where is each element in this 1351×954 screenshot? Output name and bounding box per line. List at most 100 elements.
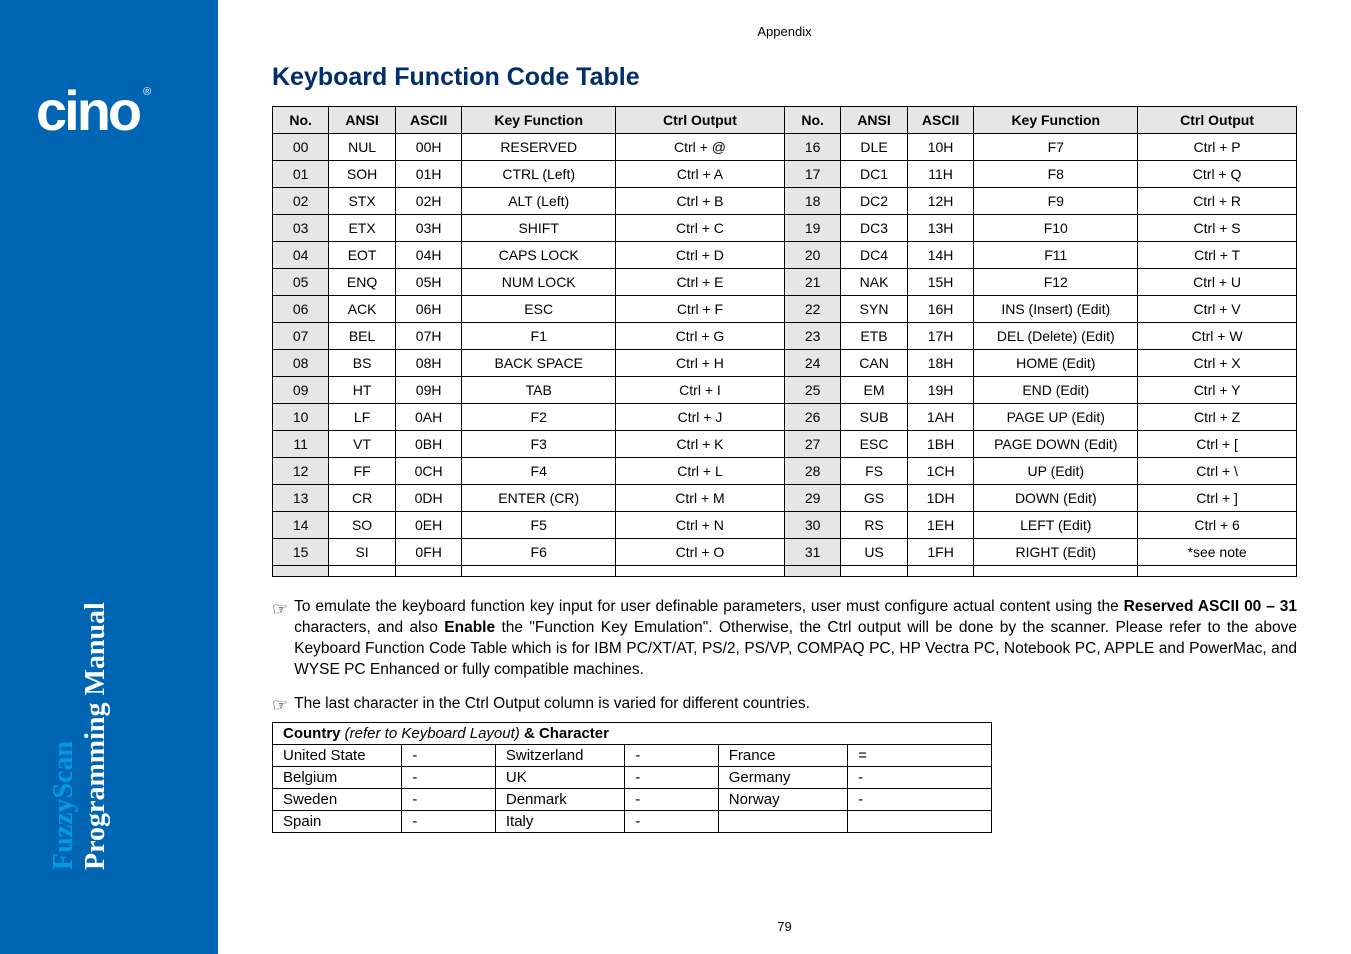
country-header: Country (refer to Keyboard Layout) & Cha… bbox=[273, 722, 992, 744]
table-cell: 08H bbox=[395, 350, 462, 377]
table-cell: Ctrl + Y bbox=[1138, 377, 1297, 404]
table-cell: Ctrl + T bbox=[1138, 242, 1297, 269]
table-row: 15SI0FHF6Ctrl + O31US1FHRIGHT (Edit)*see… bbox=[273, 539, 1297, 566]
table-cell: Ctrl + S bbox=[1138, 215, 1297, 242]
table-cell: Ctrl + Z bbox=[1138, 404, 1297, 431]
table-cell: 0AH bbox=[395, 404, 462, 431]
table-row: 10LF0AHF2Ctrl + J26SUB1AHPAGE UP (Edit)C… bbox=[273, 404, 1297, 431]
note-1: ☞ To emulate the keyboard function key i… bbox=[272, 597, 1297, 681]
table-cell: Spain bbox=[273, 810, 402, 832]
table-cell: DC1 bbox=[841, 161, 908, 188]
table-cell: 13 bbox=[273, 485, 329, 512]
table-cell: 01 bbox=[273, 161, 329, 188]
table-cell bbox=[848, 810, 992, 832]
table-cell: 00H bbox=[395, 134, 462, 161]
note1-bold-b: Enable bbox=[444, 619, 495, 636]
table-cell: FF bbox=[329, 458, 396, 485]
table-cell bbox=[273, 566, 329, 577]
table-cell: 1FH bbox=[907, 539, 974, 566]
table-cell: F10 bbox=[974, 215, 1138, 242]
section-label: Appendix bbox=[272, 24, 1297, 39]
table-cell: Norway bbox=[718, 788, 847, 810]
table-cell: 12 bbox=[273, 458, 329, 485]
table-cell: 03H bbox=[395, 215, 462, 242]
table-cell: UK bbox=[495, 766, 624, 788]
table-cell: - bbox=[402, 810, 495, 832]
table-cell: F11 bbox=[974, 242, 1138, 269]
table-cell: Ctrl + M bbox=[616, 485, 785, 512]
table-cell: 21 bbox=[784, 269, 840, 296]
table-cell: SOH bbox=[329, 161, 396, 188]
page-number: 79 bbox=[777, 919, 791, 934]
table-cell: 0DH bbox=[395, 485, 462, 512]
table-cell: 18 bbox=[784, 188, 840, 215]
table-cell: 02 bbox=[273, 188, 329, 215]
table-cell: 0EH bbox=[395, 512, 462, 539]
table-cell: ENQ bbox=[329, 269, 396, 296]
table-cell: 17H bbox=[907, 323, 974, 350]
table-cell: BS bbox=[329, 350, 396, 377]
table-cell: 23 bbox=[784, 323, 840, 350]
table-cell: SO bbox=[329, 512, 396, 539]
table-cell: 02H bbox=[395, 188, 462, 215]
table-cell: 07 bbox=[273, 323, 329, 350]
table-cell bbox=[784, 566, 840, 577]
table-cell: Ctrl + U bbox=[1138, 269, 1297, 296]
table-cell bbox=[1138, 566, 1297, 577]
table-cell: 15 bbox=[273, 539, 329, 566]
country-header-b2: & Character bbox=[524, 725, 609, 742]
table-cell: EM bbox=[841, 377, 908, 404]
table-cell: - bbox=[625, 766, 718, 788]
table-cell: 17 bbox=[784, 161, 840, 188]
table-cell: 10H bbox=[907, 134, 974, 161]
table-row: 09HT09HTABCtrl + I25EM19HEND (Edit)Ctrl … bbox=[273, 377, 1297, 404]
table-row: 02STX02HALT (Left)Ctrl + B18DC212HF9Ctrl… bbox=[273, 188, 1297, 215]
table-cell: ETB bbox=[841, 323, 908, 350]
table-cell: Ctrl + N bbox=[616, 512, 785, 539]
table-cell: 08 bbox=[273, 350, 329, 377]
table-cell: SHIFT bbox=[462, 215, 616, 242]
table-cell: NUL bbox=[329, 134, 396, 161]
table-cell: EOT bbox=[329, 242, 396, 269]
table-cell: US bbox=[841, 539, 908, 566]
table-cell: RESERVED bbox=[462, 134, 616, 161]
table-cell: CAN bbox=[841, 350, 908, 377]
table-cell: Italy bbox=[495, 810, 624, 832]
table-cell: - bbox=[625, 788, 718, 810]
table-cell: 11H bbox=[907, 161, 974, 188]
table-header: ANSI bbox=[329, 107, 396, 134]
table-row: 04EOT04HCAPS LOCKCtrl + D20DC414HF11Ctrl… bbox=[273, 242, 1297, 269]
table-cell: Ctrl + Q bbox=[1138, 161, 1297, 188]
table-cell: 00 bbox=[273, 134, 329, 161]
table-cell: RS bbox=[841, 512, 908, 539]
table-cell: 19H bbox=[907, 377, 974, 404]
table-row: 12FF0CHF4Ctrl + L28FS1CHUP (Edit)Ctrl + … bbox=[273, 458, 1297, 485]
table-row: 08BS08HBACK SPACECtrl + H24CAN18HHOME (E… bbox=[273, 350, 1297, 377]
table-cell: 14H bbox=[907, 242, 974, 269]
table-cell: - bbox=[402, 744, 495, 766]
table-cell: 1CH bbox=[907, 458, 974, 485]
table-cell: Ctrl + \ bbox=[1138, 458, 1297, 485]
table-cell: INS (Insert) (Edit) bbox=[974, 296, 1138, 323]
table-cell: CAPS LOCK bbox=[462, 242, 616, 269]
table-cell bbox=[329, 566, 396, 577]
table-cell: PAGE UP (Edit) bbox=[974, 404, 1138, 431]
registered-mark: ® bbox=[143, 86, 151, 98]
table-cell: 09H bbox=[395, 377, 462, 404]
note1-text-a: To emulate the keyboard function key inp… bbox=[294, 598, 1124, 615]
table-cell: FS bbox=[841, 458, 908, 485]
table-cell: Ctrl + F bbox=[616, 296, 785, 323]
table-cell: 06 bbox=[273, 296, 329, 323]
table-cell: Ctrl + L bbox=[616, 458, 785, 485]
table-cell: Sweden bbox=[273, 788, 402, 810]
table-cell: F3 bbox=[462, 431, 616, 458]
table-cell: 09 bbox=[273, 377, 329, 404]
table-cell: 15H bbox=[907, 269, 974, 296]
table-cell: GS bbox=[841, 485, 908, 512]
table-header: Ctrl Output bbox=[1138, 107, 1297, 134]
table-cell: Ctrl + G bbox=[616, 323, 785, 350]
note1-text-b: characters, and also bbox=[294, 619, 444, 636]
table-row: 03ETX03HSHIFTCtrl + C19DC313HF10Ctrl + S bbox=[273, 215, 1297, 242]
hand-icon: ☞ bbox=[272, 695, 288, 716]
table-header: ASCII bbox=[907, 107, 974, 134]
